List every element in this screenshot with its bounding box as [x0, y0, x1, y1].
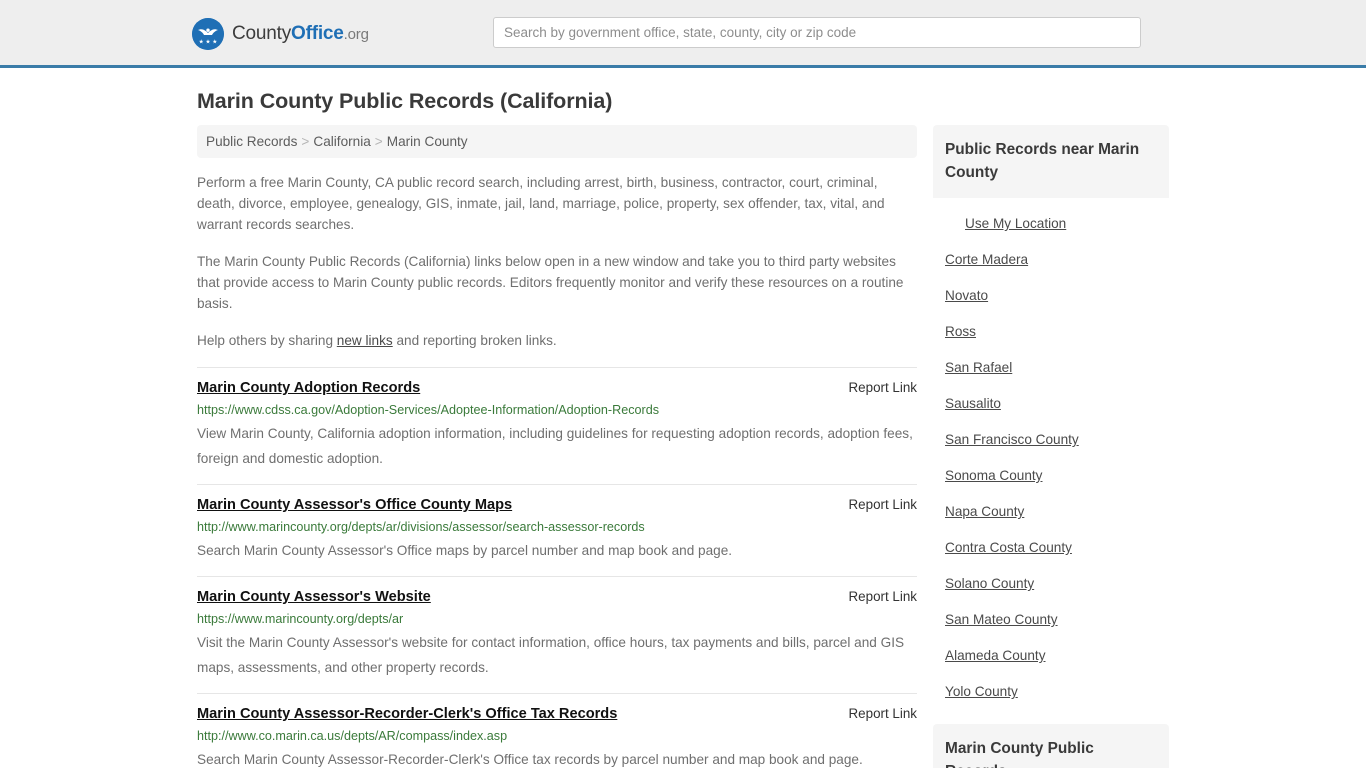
nearby-records-panel: Public Records near Marin County Use My … [933, 125, 1169, 710]
sidebar-item-ross[interactable]: Ross [933, 314, 1169, 350]
sidebar-item-yolo-county[interactable]: Yolo County [933, 674, 1169, 710]
report-link-button[interactable]: Report Link [833, 589, 917, 604]
record-header: Marin County Adoption Records Report Lin… [197, 380, 917, 396]
intro-text: Perform a free Marin County, CA public r… [197, 172, 917, 351]
record-item: Marin County Assessor-Recorder-Clerk's O… [197, 693, 917, 768]
sidebar-item-contra-costa-county[interactable]: Contra Costa County [933, 530, 1169, 566]
site-logo-text: CountyOffice.org [232, 23, 369, 45]
record-url: https://www.marincounty.org/depts/ar [197, 612, 404, 626]
new-links-link[interactable]: new links [337, 333, 393, 348]
logo-text-org: .org [343, 26, 369, 43]
record-title-link[interactable]: Marin County Assessor's Website [197, 589, 431, 605]
content-columns: Public Records > California > Marin County P… [189, 114, 1177, 768]
page-title: Marin County Public Records (California) [197, 89, 613, 113]
county-records-heading: Marin County Public Records [933, 724, 1169, 768]
share-text-suffix: and reporting broken links. [392, 333, 557, 348]
sidebar-item-san-mateo-county[interactable]: San Mateo County [933, 602, 1169, 638]
sidebar-item-use-my-location[interactable]: Use My Location [933, 206, 1169, 242]
records-list: Marin County Adoption Records Report Lin… [197, 367, 917, 768]
record-header: Marin County Assessor-Recorder-Clerk's O… [197, 706, 917, 722]
logo-text-office: Office [291, 23, 344, 44]
main-column: Public Records > California > Marin County P… [189, 125, 925, 768]
record-title-link[interactable]: Marin County Assessor's Office County Ma… [197, 497, 512, 513]
list-item: Sausalito [933, 386, 1169, 422]
list-item: Corte Madera [933, 242, 1169, 278]
record-description: Visit the Marin County Assessor's websit… [197, 635, 905, 675]
breadcrumb-item-public-records[interactable]: Public Records [206, 134, 297, 149]
search-input[interactable] [493, 17, 1141, 48]
list-item: Contra Costa County [933, 530, 1169, 566]
list-item: San Francisco County [933, 422, 1169, 458]
record-description: View Marin County, California adoption i… [197, 426, 913, 466]
logo-text-county: County [232, 23, 292, 44]
list-item: Napa County [933, 494, 1169, 530]
report-link-button[interactable]: Report Link [833, 706, 917, 721]
list-item: Ross [933, 314, 1169, 350]
record-title-link[interactable]: Marin County Adoption Records [197, 380, 420, 396]
report-link-button[interactable]: Report Link [833, 380, 917, 395]
list-item: Use My Location [933, 206, 1169, 242]
breadcrumb-item-california[interactable]: California [313, 134, 370, 149]
list-item: Yolo County [933, 674, 1169, 710]
list-item: San Mateo County [933, 602, 1169, 638]
eagle-shield-icon [192, 18, 224, 50]
sidebar-item-sonoma-county[interactable]: Sonoma County [933, 458, 1169, 494]
sidebar-item-napa-county[interactable]: Napa County [933, 494, 1169, 530]
site-header: CountyOffice.org [0, 0, 1366, 68]
breadcrumb-separator: > [374, 134, 383, 149]
site-logo-link[interactable]: CountyOffice.org [192, 18, 369, 50]
sidebar-item-san-francisco-county[interactable]: San Francisco County [933, 422, 1169, 458]
intro-paragraph-1: Perform a free Marin County, CA public r… [197, 175, 885, 232]
breadcrumb-item-marin-county: Marin County [386, 134, 468, 149]
share-text-prefix: Help others by sharing [197, 333, 337, 348]
record-description: Search Marin County Assessor-Recorder-Cl… [197, 752, 863, 767]
record-header: Marin County Assessor's Website Report L… [197, 589, 917, 605]
record-item: Marin County Assessor's Office County Ma… [197, 484, 917, 576]
sidebar-item-solano-county[interactable]: Solano County [933, 566, 1169, 602]
report-link-button[interactable]: Report Link [833, 497, 917, 512]
sidebar-item-sausalito[interactable]: Sausalito [933, 386, 1169, 422]
record-title-link[interactable]: Marin County Assessor-Recorder-Clerk's O… [197, 706, 617, 722]
page-body: Marin County Public Records (California)… [0, 68, 1366, 768]
sidebar-item-novato[interactable]: Novato [933, 278, 1169, 314]
sidebar-item-corte-madera[interactable]: Corte Madera [933, 242, 1169, 278]
list-item: Novato [933, 278, 1169, 314]
record-header: Marin County Assessor's Office County Ma… [197, 497, 917, 513]
sidebar: Public Records near Marin County Use My … [925, 125, 1177, 768]
search-container [493, 17, 1141, 48]
nearby-records-list: Use My Location Corte Madera Novato Ross… [933, 198, 1169, 710]
list-item: Solano County [933, 566, 1169, 602]
intro-paragraph-3: Help others by sharing new links and rep… [197, 330, 917, 351]
record-url: https://www.cdss.ca.gov/Adoption-Service… [197, 403, 660, 417]
list-item: Sonoma County [933, 458, 1169, 494]
county-records-panel: Marin County Public Records [933, 724, 1169, 768]
intro-paragraph-2: The Marin County Public Records (Califor… [197, 254, 904, 311]
list-item: Alameda County [933, 638, 1169, 674]
breadcrumb-separator: > [301, 134, 310, 149]
sidebar-item-san-rafael[interactable]: San Rafael [933, 350, 1169, 386]
record-url: http://www.co.marin.ca.us/depts/AR/compa… [197, 729, 508, 743]
breadcrumb: Public Records > California > Marin County [197, 125, 917, 158]
record-item: Marin County Assessor's Website Report L… [197, 576, 917, 693]
nearby-records-heading: Public Records near Marin County [933, 125, 1169, 198]
list-item: San Rafael [933, 350, 1169, 386]
record-url: http://www.marincounty.org/depts/ar/divi… [197, 520, 645, 534]
record-item: Marin County Adoption Records Report Lin… [197, 367, 917, 484]
record-description: Search Marin County Assessor's Office ma… [197, 543, 733, 558]
sidebar-item-alameda-county[interactable]: Alameda County [933, 638, 1169, 674]
